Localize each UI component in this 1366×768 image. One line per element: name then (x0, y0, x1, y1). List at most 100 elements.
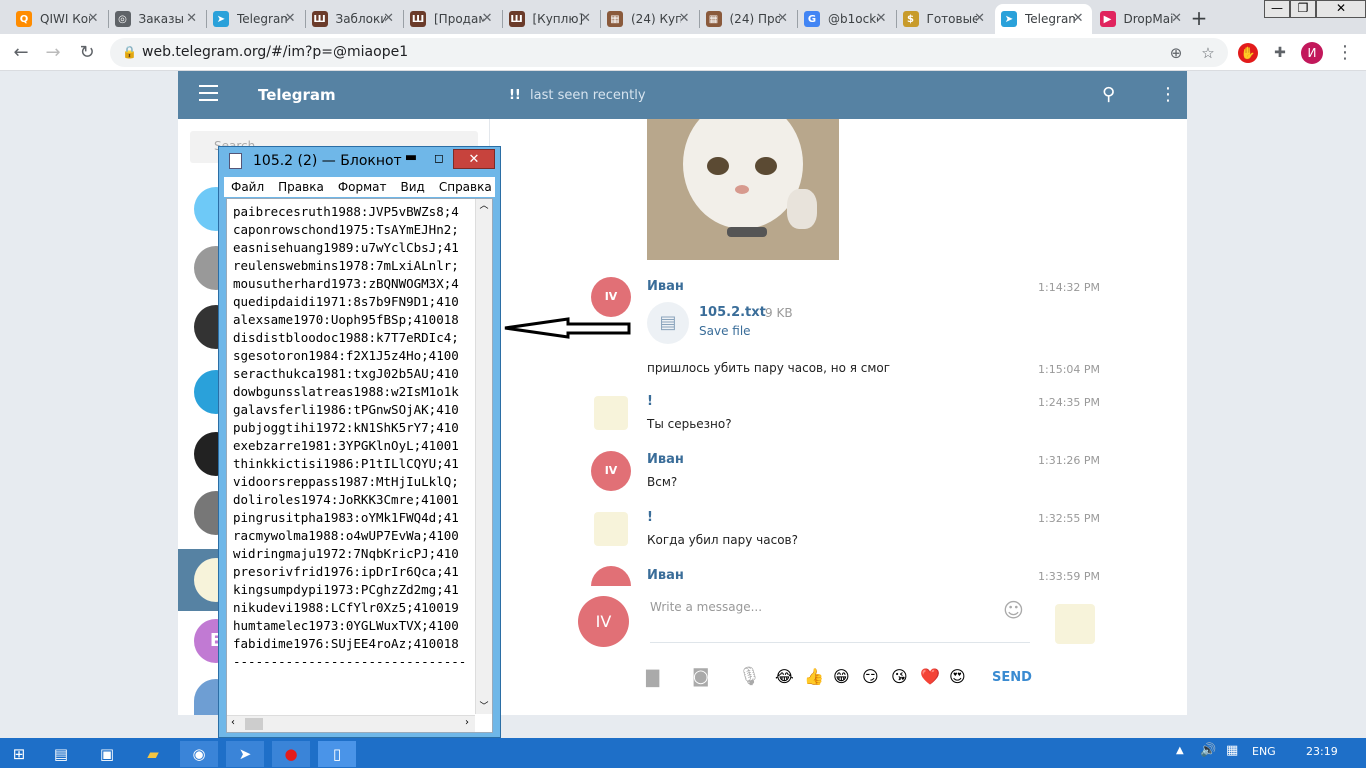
browser-tab[interactable]: G @b1ockchain✕ (798, 4, 895, 34)
star-icon[interactable]: ☆ (1195, 40, 1221, 66)
clock[interactable]: 23:19 (1306, 745, 1338, 758)
notepad-minimize-button[interactable]: ▬ (397, 149, 425, 169)
quick-emoji[interactable]: 😏 (862, 667, 891, 686)
network-icon[interactable]: ▦ (1226, 743, 1238, 758)
browser-tab[interactable]: ➤ Telegram ✕ (995, 4, 1092, 34)
back-icon[interactable]: ← (8, 40, 34, 66)
vertical-scrollbar[interactable]: ︿ ﹀ (475, 199, 492, 714)
adblock-extension-icon[interactable]: ✋ (1238, 43, 1258, 63)
browser-tab[interactable]: Ш Заблокировано✕ (306, 4, 403, 34)
close-tab-icon[interactable]: ✕ (186, 11, 197, 26)
browser-menu-icon[interactable]: ⋮ (1332, 40, 1358, 66)
telegram-taskbar-icon[interactable]: ➤ (226, 741, 264, 767)
scroll-down-icon[interactable]: ﹀ (476, 699, 492, 712)
microphone-icon[interactable]: 🎙 (738, 666, 761, 687)
reload-icon[interactable]: ↻ (74, 40, 100, 66)
browser-tab[interactable]: ▦ (24) Купить✕ (601, 4, 698, 34)
message-input[interactable]: Write a message... (650, 600, 1030, 643)
emoji-icon[interactable]: ☺ (1003, 598, 1024, 622)
close-tab-icon[interactable]: ✕ (777, 11, 788, 26)
notepad-content[interactable]: paibrecesruth1988:JVP5vBWZs8;4 caponrowsc… (233, 203, 473, 683)
notepad-menu-item[interactable]: Файл (224, 180, 271, 194)
new-tab-button[interactable]: + (1186, 6, 1212, 32)
quick-emoji[interactable]: 😘 (891, 667, 920, 686)
server-manager-icon[interactable]: ▤ (42, 741, 80, 767)
message-author[interactable]: Иван (647, 279, 684, 294)
chrome-taskbar-icon[interactable]: ◉ (180, 741, 218, 767)
close-tab-icon[interactable]: ✕ (88, 11, 99, 26)
message-author[interactable]: Иван (647, 452, 684, 467)
close-tab-icon[interactable]: ✕ (580, 11, 591, 26)
search-icon[interactable]: ⚲ (1102, 84, 1115, 105)
cat-photo[interactable] (647, 119, 839, 260)
notepad-menu-item[interactable]: Вид (394, 180, 432, 194)
extensions-icon[interactable]: ✚ (1267, 40, 1293, 66)
language-indicator[interactable]: ENG (1252, 745, 1276, 758)
address-bar[interactable]: 🔒 web.telegram.org/#/im?p=@miaope1 (110, 38, 1228, 67)
minimize-button[interactable]: — (1264, 0, 1290, 18)
peer-name[interactable]: !! (509, 88, 521, 103)
browser-tab[interactable]: Ш [Продам]✕ (404, 4, 501, 34)
start-button[interactable]: ⊞ (0, 741, 38, 767)
file-name[interactable]: 105.2.txt (699, 305, 766, 320)
browser-tab[interactable]: $ Готовые ✕ (897, 4, 994, 34)
scroll-left-icon[interactable]: ‹ (231, 717, 235, 728)
recorder-taskbar-icon[interactable]: ● (272, 741, 310, 767)
notepad-maximize-button[interactable]: ◻ (425, 149, 453, 169)
message-author[interactable]: ! (647, 510, 653, 525)
horizontal-scrollbar[interactable]: ‹ › (227, 715, 475, 732)
close-tab-icon[interactable]: ✕ (1073, 11, 1084, 26)
browser-tab[interactable]: ▶ DropMail ✕ (1094, 4, 1191, 34)
close-tab-icon[interactable]: ✕ (679, 11, 690, 26)
close-tab-icon[interactable]: ✕ (974, 11, 985, 26)
message-avatar[interactable] (591, 566, 631, 586)
attach-file-icon[interactable]: ▇ (646, 668, 659, 688)
file-explorer-icon[interactable]: ▰ (134, 741, 172, 767)
notepad-text-area[interactable]: paibrecesruth1988:JVP5vBWZs8;4 caponrowsc… (226, 198, 493, 733)
message-avatar[interactable]: IV (591, 451, 631, 491)
arrow-annotation (504, 317, 631, 339)
browser-tab[interactable]: ◎ Заказы ✕ (109, 4, 206, 34)
save-file-link[interactable]: Save file (699, 324, 751, 338)
close-tab-icon[interactable]: ✕ (876, 11, 887, 26)
sticker-avatar[interactable] (594, 512, 628, 546)
close-tab-icon[interactable]: ✕ (285, 11, 296, 26)
sticker-avatar[interactable] (594, 396, 628, 430)
browser-tab[interactable]: ▦ (24) Продать✕ (700, 4, 797, 34)
send-button[interactable]: SEND (992, 670, 1032, 685)
message-avatar[interactable]: IV (591, 277, 631, 317)
close-tab-icon[interactable]: ✕ (383, 11, 394, 26)
add-bookmark-icon[interactable]: ⊕ (1163, 40, 1189, 66)
notepad-menu-item[interactable]: Формат (331, 180, 394, 194)
powershell-icon[interactable]: ▣ (88, 741, 126, 767)
close-tab-icon[interactable]: ✕ (482, 11, 493, 26)
file-icon[interactable]: ▤ (647, 302, 689, 344)
notepad-close-button[interactable]: ✕ (453, 149, 495, 169)
quick-emoji[interactable]: ❤️ (920, 667, 949, 686)
maximize-button[interactable]: ❐ (1290, 0, 1316, 18)
scroll-up-icon[interactable]: ︿ (476, 199, 492, 213)
forward-icon[interactable]: → (40, 40, 66, 66)
browser-tab[interactable]: Ш [Куплю] ✕ (503, 4, 600, 34)
quick-emoji[interactable]: 😂 (775, 667, 804, 686)
notepad-menu-item[interactable]: Правка (271, 180, 331, 194)
more-options-icon[interactable]: ⋮ (1159, 84, 1177, 105)
volume-icon[interactable]: 🔊 (1200, 743, 1216, 758)
camera-icon[interactable]: ◙ (692, 666, 709, 687)
scroll-right-icon[interactable]: › (465, 717, 469, 728)
quick-emoji[interactable]: 👍 (804, 667, 833, 686)
browser-tab[interactable]: ➤ Telegram ✕ (207, 4, 304, 34)
message-author[interactable]: ! (647, 394, 653, 409)
tray-arrow-icon[interactable]: ▲ (1176, 745, 1184, 756)
close-tab-icon[interactable]: ✕ (1171, 11, 1182, 26)
scroll-thumb[interactable] (245, 718, 263, 730)
quick-emoji[interactable]: 😍 (949, 667, 978, 686)
notepad-taskbar-icon[interactable]: ▯ (318, 741, 356, 767)
message-author[interactable]: Иван (647, 568, 684, 583)
close-window-button[interactable]: ✕ (1316, 0, 1366, 18)
profile-avatar[interactable]: И (1301, 42, 1323, 64)
hamburger-menu-icon[interactable] (199, 85, 218, 101)
notepad-menu-item[interactable]: Справка (432, 180, 499, 194)
browser-tab[interactable]: Q QIWI Кошелёк✕ (10, 4, 107, 34)
quick-emoji[interactable]: 😁 (833, 667, 862, 686)
